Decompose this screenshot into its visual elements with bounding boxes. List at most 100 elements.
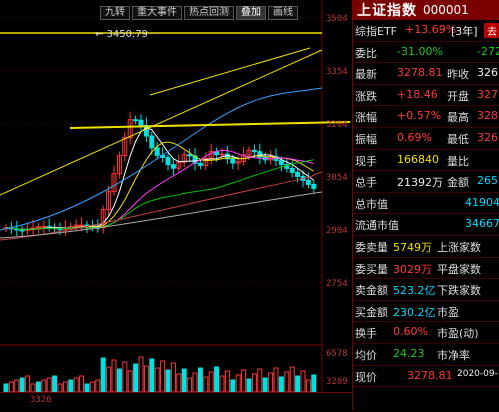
quote-title-bar: 上证指数 000001 <box>353 0 499 20</box>
trend-line-rising <box>0 49 323 196</box>
detail-value: 523.2亿 <box>393 284 436 298</box>
volume-bar <box>73 377 79 393</box>
quote-label-2: 最低 <box>447 132 469 146</box>
market-value-value: 34667 <box>465 217 499 231</box>
volume-bar <box>111 359 117 393</box>
quote-value-2: 265 <box>477 174 498 188</box>
volume-bar <box>143 365 149 393</box>
volume-bar <box>52 375 58 393</box>
detail-label: 均价 <box>355 348 377 362</box>
candle-body <box>295 171 301 177</box>
volume-axis-label: 6578 <box>326 349 348 359</box>
kline-chart-area[interactable]: 九转 重大事件 热点回测 叠加 画线 ← 3450.79 3504 3354 3… <box>0 0 352 412</box>
quote-row: 委比 -31.00% -27209 <box>353 42 499 64</box>
candle-body <box>311 183 317 189</box>
tool-overlay[interactable]: 叠加 <box>236 6 266 20</box>
volume-bar <box>208 371 214 393</box>
volume-bar <box>295 375 301 393</box>
volume-bar <box>197 367 203 393</box>
quote-label: 委比 <box>355 46 377 60</box>
chart-bottom-strip: 3326 <box>0 392 352 412</box>
detail-label-2: 市盈(动) <box>437 327 479 341</box>
volume-bar <box>57 383 63 393</box>
detail-label: 卖金额 <box>355 284 388 298</box>
quote-label: 总手 <box>355 176 377 190</box>
etf-row[interactable]: 综指ETF +13.69% [3年] 去 <box>353 20 499 42</box>
price-axis-label: 3354 <box>326 67 348 77</box>
volume-bar <box>149 358 155 393</box>
volume-bar <box>106 366 112 393</box>
quote-label-2: 昨收 <box>447 68 469 82</box>
quote-value: +18.46 <box>397 87 438 101</box>
quote-panel: 上证指数 000001 综指ETF +13.69% [3年] 去 委比 -31.0… <box>352 0 499 411</box>
chart-toolbar: 九转 重大事件 热点回测 叠加 画线 <box>100 6 298 20</box>
volume-bar <box>278 376 284 393</box>
detail-label-2: 市盈 <box>437 305 459 319</box>
quote-label-2: 量比 <box>447 154 469 168</box>
market-value-label: 总市值 <box>355 197 388 211</box>
quote-value-2: -27209 <box>477 44 499 58</box>
ma5-line <box>5 127 315 230</box>
max-price-value: 3450.79 <box>106 29 148 40</box>
quote-row: 总手 21392万 金额 265 <box>353 171 499 193</box>
detail-value: 0.60% <box>393 325 428 339</box>
volume-bar <box>300 370 306 393</box>
quote-value-2: 326 <box>477 66 498 80</box>
volume-axis-label: 3289 <box>326 377 348 387</box>
time-row-price: 3278.81 <box>407 368 453 382</box>
goto-button[interactable]: 去 <box>484 23 499 38</box>
volume-bar <box>19 377 25 393</box>
volume-bar <box>68 379 74 393</box>
price-axis-label: 3204 <box>326 120 348 130</box>
tool-draw-line[interactable]: 画线 <box>268 6 298 20</box>
market-value-label: 流通市值 <box>355 219 399 233</box>
volume-bar <box>95 379 101 393</box>
tool-jiuzhuan[interactable]: 九转 <box>100 6 130 20</box>
detail-row: 换手 0.60% 市盈(动) <box>353 322 499 344</box>
detail-value: 24.23 <box>393 346 425 360</box>
candle-body <box>133 119 139 122</box>
volume-bar <box>273 367 279 393</box>
detail-label: 委买量 <box>355 262 388 276</box>
candle-body <box>41 225 47 228</box>
volume-bar <box>154 367 160 393</box>
quote-label-2: 开盘 <box>447 89 469 103</box>
volume-bar <box>8 381 14 393</box>
ma20-line <box>5 149 314 230</box>
detail-row: 卖金额 523.2亿 下跌家数 <box>353 279 499 301</box>
candle-body <box>278 159 284 165</box>
volume-bar <box>192 372 198 393</box>
volume-bar <box>176 373 182 393</box>
quote-value-2: 326 <box>477 130 498 144</box>
quote-value-2: 328 <box>477 109 498 123</box>
volume-bar <box>181 368 187 393</box>
kline-chart-svg[interactable] <box>0 0 352 411</box>
detail-label-2: 市净率 <box>437 348 470 362</box>
time-row-date: 2020-09-1 <box>457 368 499 379</box>
candle-body <box>187 154 193 157</box>
volume-bar <box>84 383 90 393</box>
detail-row: 委卖量 5749万 上涨家数 <box>353 236 499 258</box>
quote-value: 3278.81 <box>397 66 443 80</box>
detail-label-2: 下跌家数 <box>437 284 481 298</box>
quote-label: 最新 <box>355 68 377 82</box>
quote-value: 166840 <box>397 152 439 166</box>
quote-label: 振幅 <box>355 132 377 146</box>
quote-value-2: 327 <box>477 87 498 101</box>
candle-body <box>138 119 144 126</box>
volume-bar <box>100 357 106 393</box>
detail-row: 委买量 3029万 平盘家数 <box>353 258 499 280</box>
volume-bar <box>122 361 128 393</box>
candle-body <box>170 164 176 169</box>
market-value-row: 流通市值 34667 <box>353 214 499 236</box>
tool-hotspot-backtest[interactable]: 热点回测 <box>184 6 234 20</box>
quote-value: 21392万 <box>397 176 443 190</box>
volume-bar <box>14 379 20 393</box>
candle-body <box>219 153 225 156</box>
quote-label-2: 金额 <box>447 176 469 190</box>
volume-bar <box>246 378 252 393</box>
volume-bar <box>41 379 47 393</box>
time-row-label: 现价 <box>355 370 377 384</box>
price-axis-label: 2754 <box>326 279 348 289</box>
tool-major-events[interactable]: 重大事件 <box>132 6 182 20</box>
